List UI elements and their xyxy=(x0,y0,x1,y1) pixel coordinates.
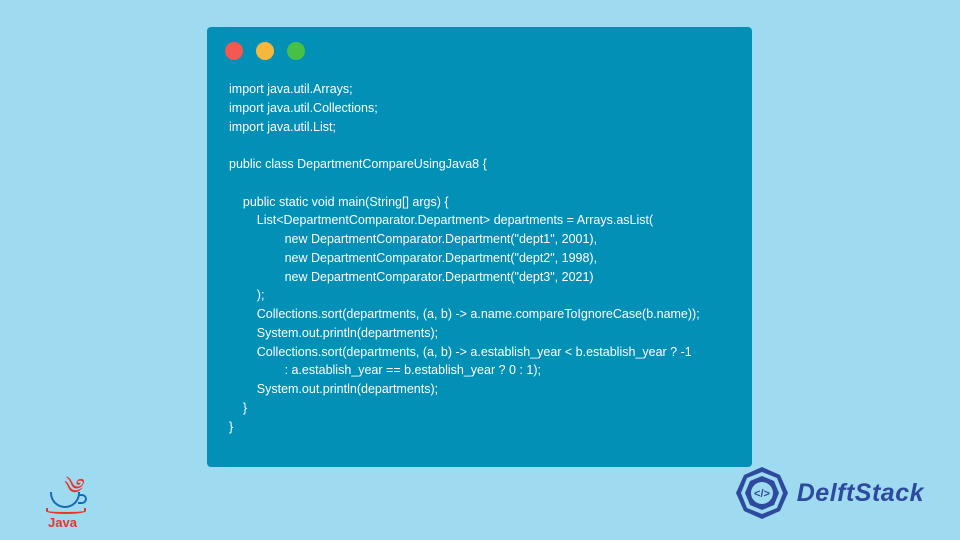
code-content: import java.util.Arrays; import java.uti… xyxy=(207,68,752,448)
svg-text:</>: </> xyxy=(754,488,770,500)
window-close-icon[interactable] xyxy=(225,42,243,60)
java-text: Java xyxy=(48,515,77,530)
window-controls xyxy=(207,27,752,68)
window-minimize-icon[interactable] xyxy=(256,42,274,60)
delftstack-text: DelftStack xyxy=(797,479,924,508)
java-logo: ༄ Java xyxy=(46,468,96,528)
code-window: import java.util.Arrays; import java.uti… xyxy=(207,27,752,467)
delftstack-icon: </> xyxy=(733,464,791,522)
delftstack-logo: </> DelftStack xyxy=(733,464,924,522)
window-maximize-icon[interactable] xyxy=(287,42,305,60)
